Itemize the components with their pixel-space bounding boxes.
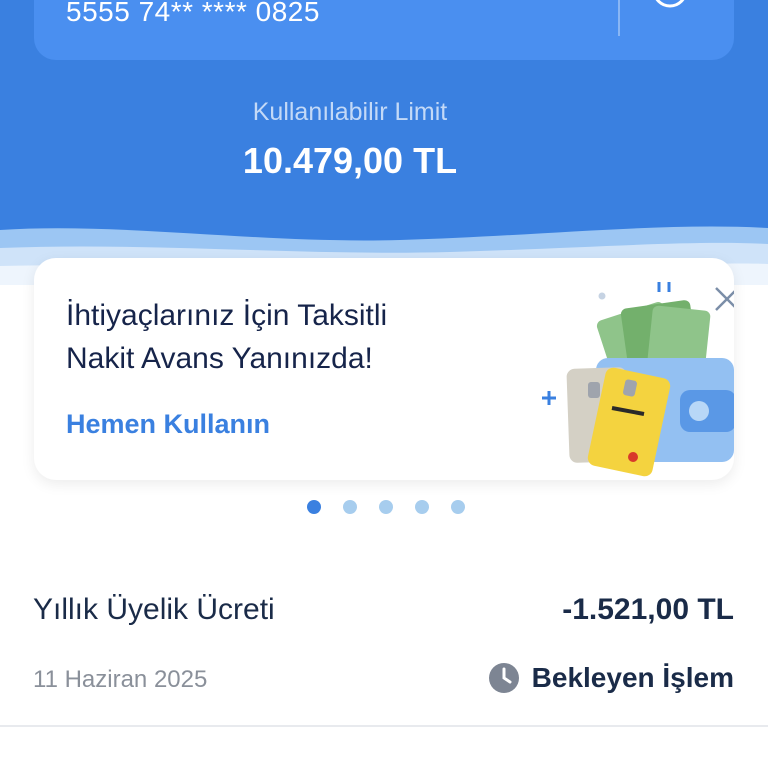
- carousel-dot-1[interactable]: [307, 500, 321, 514]
- promo-banner[interactable]: İhtiyaçlarınız İçin Taksitli Nakit Avans…: [34, 258, 734, 480]
- promo-title-line-1: İhtiyaçlarınız İçin Taksitli: [66, 299, 388, 332]
- available-limit-label: Kullanılabilir Limit: [252, 98, 448, 126]
- transaction-amount: -1.521,00 TL: [562, 593, 734, 626]
- transaction-date: 11 Haziran 2025: [33, 666, 208, 693]
- carousel-dot-5[interactable]: [451, 500, 465, 514]
- use-now-link[interactable]: Hemen Kullanın: [66, 409, 270, 440]
- carousel-dot-3[interactable]: [379, 500, 393, 514]
- clock-icon: [488, 663, 519, 693]
- transaction-status: Bekleyen İşlem: [488, 662, 734, 694]
- card-header: 5555 74** **** 0825 Kullanılabilir Limit…: [0, 0, 768, 285]
- card-number: 5555 74** **** 0825: [66, 0, 320, 27]
- promo-title-line-2: Nakit Avans Yanınızda!: [66, 342, 373, 375]
- available-limit-amount: 10.479,00 TL: [242, 140, 458, 181]
- carousel-dot-4[interactable]: [415, 500, 429, 514]
- promo-title: İhtiyaçlarınız İçin Taksitli Nakit Avans…: [66, 294, 486, 380]
- row-separator: [0, 725, 768, 727]
- wallet-illustration: [542, 282, 734, 477]
- card-divider: [618, 0, 620, 36]
- transaction-title: Yıllık Üyelik Ücreti: [33, 593, 275, 626]
- carousel-dot-2[interactable]: [343, 500, 357, 514]
- transaction-status-label: Bekleyen İşlem: [531, 662, 734, 693]
- contactless-icon[interactable]: [650, 0, 690, 14]
